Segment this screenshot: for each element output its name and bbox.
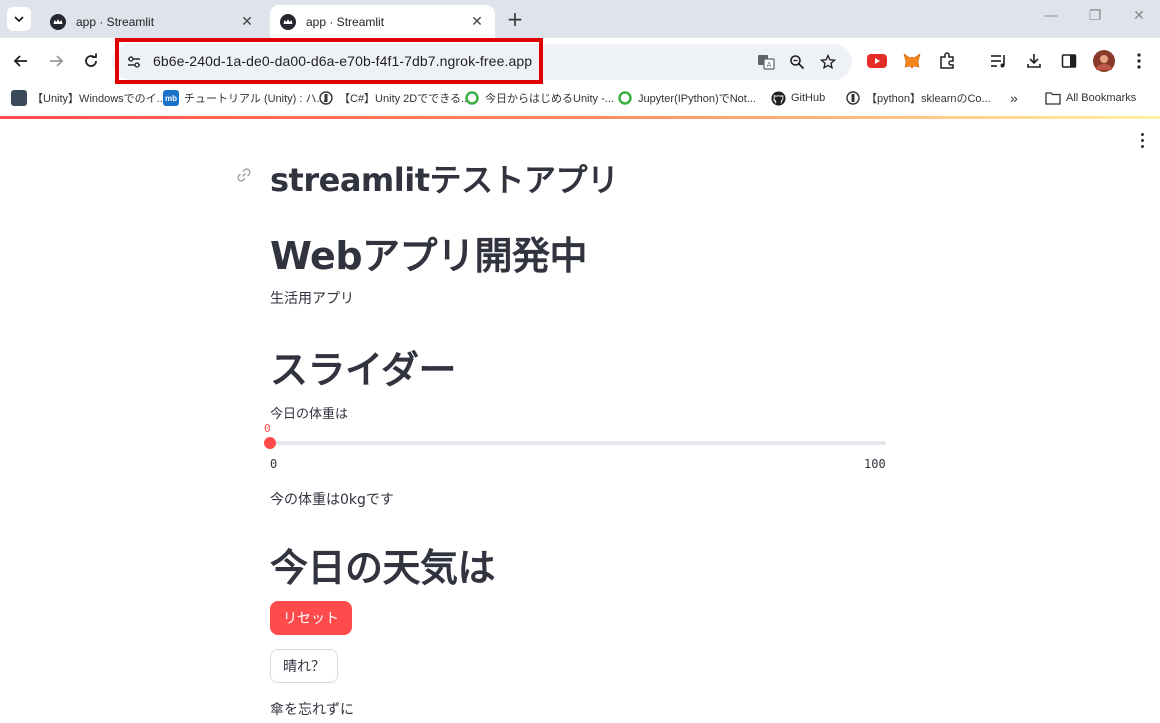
svg-text:A: A — [767, 61, 772, 69]
bookmark-label: GitHub — [791, 92, 826, 104]
close-icon[interactable]: ✕ — [239, 14, 255, 30]
streamlit-page: streamlitテストアプリ Webアプリ開発中 生活用アプリ スライダー 今… — [0, 119, 1160, 723]
youtube-extension-icon[interactable] — [866, 50, 888, 72]
reading-list-icon[interactable] — [988, 50, 1010, 72]
slider-min-label: 0 — [270, 457, 278, 471]
site-circle-icon — [318, 90, 334, 106]
bookmark-label: Jupyter(IPython)でNot... — [638, 93, 756, 105]
minimize-icon[interactable]: — — [1036, 8, 1066, 30]
forward-icon[interactable] — [45, 49, 67, 73]
green-ring-icon — [617, 90, 633, 106]
browser-menu-icon[interactable] — [1128, 50, 1150, 72]
bookmark-item[interactable]: 今日からはじめるUnity -... — [464, 88, 614, 108]
bookmark-item[interactable]: 【C#】Unity 2Dでできる... — [318, 88, 470, 108]
bookmark-label: 【python】sklearnのCo... — [866, 93, 991, 105]
profile-avatar-icon[interactable] — [1093, 50, 1115, 72]
bookmarks-bar: 【Unity】Windowsでのイ... mb チュートリアル (Unity) … — [0, 84, 1160, 112]
tab-strip: app · Streamlit ✕ app · Streamlit ✕ + — … — [0, 0, 1160, 38]
bookmark-label: 今日からはじめるUnity -... — [485, 93, 614, 105]
url-highlight-box — [115, 38, 543, 84]
overflow-label: » — [1010, 90, 1018, 106]
restore-icon[interactable]: ❐ — [1080, 8, 1110, 30]
subtitle-text: 生活用アプリ — [270, 291, 354, 307]
green-ring-icon — [464, 90, 480, 106]
tab-search-button[interactable] — [7, 7, 31, 31]
folder-icon — [1045, 90, 1061, 106]
reload-icon[interactable] — [80, 49, 102, 73]
extensions-icon[interactable] — [936, 50, 958, 72]
bookmark-item[interactable]: 【Unity】Windowsでのイ... — [11, 88, 166, 108]
chevron-down-icon — [14, 16, 24, 23]
app-menu-icon[interactable] — [1134, 131, 1150, 149]
slider-max-label: 100 — [864, 457, 886, 471]
star-icon[interactable] — [818, 52, 838, 72]
side-panel-icon[interactable] — [1058, 50, 1080, 72]
github-icon — [770, 90, 786, 106]
zoom-icon[interactable] — [787, 52, 807, 72]
slider-label: 今日の体重は — [270, 407, 349, 422]
slider-value: 0 — [264, 422, 271, 435]
close-icon[interactable]: ✕ — [469, 14, 485, 30]
weight-slider[interactable] — [264, 437, 886, 449]
thumbnail-icon — [11, 90, 27, 106]
all-bookmarks-label: All Bookmarks — [1066, 92, 1137, 104]
bookmark-item[interactable]: mb チュートリアル (Unity) : ハ... — [163, 88, 326, 108]
all-bookmarks-button[interactable]: All Bookmarks — [1045, 88, 1136, 108]
tab-inactive[interactable]: app · Streamlit ✕ — [40, 5, 265, 38]
weight-text: 今の体重は0kgです — [270, 492, 394, 508]
streamlit-crown-icon — [280, 13, 296, 30]
reset-button[interactable]: リセット — [270, 601, 352, 635]
bookmark-label: 【Unity】Windowsでのイ... — [32, 93, 166, 105]
umbrella-text: 傘を忘れずに — [270, 702, 354, 718]
tab-active[interactable]: app · Streamlit ✕ — [270, 5, 495, 38]
bookmark-label: 【C#】Unity 2Dでできる... — [339, 93, 471, 105]
tab-title: app · Streamlit — [306, 14, 385, 29]
link-icon[interactable] — [236, 167, 254, 185]
download-icon[interactable] — [1023, 50, 1045, 72]
slider-thumb[interactable] — [264, 437, 276, 449]
mb-logo-icon: mb — [163, 90, 179, 106]
bookmark-item[interactable]: GitHub — [770, 88, 825, 108]
site-circle-icon — [845, 90, 861, 106]
streamlit-crown-icon — [50, 13, 66, 30]
new-tab-icon[interactable]: + — [503, 9, 527, 31]
bookmarks-overflow-icon[interactable]: » — [1010, 88, 1018, 108]
metamask-extension-icon[interactable] — [901, 50, 923, 72]
header-webapp: Webアプリ開発中 — [270, 234, 588, 278]
close-window-icon[interactable]: ✕ — [1124, 8, 1154, 30]
header-weather: 今日の天気は — [270, 546, 496, 590]
bookmark-item[interactable]: Jupyter(IPython)でNot... — [617, 88, 756, 108]
bookmark-label: チュートリアル (Unity) : ハ... — [184, 93, 326, 105]
back-icon[interactable] — [10, 49, 32, 73]
page-title: streamlitテストアプリ — [270, 161, 619, 199]
bookmark-item[interactable]: 【python】sklearnのCo... — [845, 88, 991, 108]
sunny-button[interactable]: 晴れ？ — [270, 649, 338, 683]
tab-title: app · Streamlit — [76, 14, 155, 29]
translate-icon[interactable]: A — [756, 52, 776, 72]
header-slider: スライダー — [270, 348, 456, 392]
